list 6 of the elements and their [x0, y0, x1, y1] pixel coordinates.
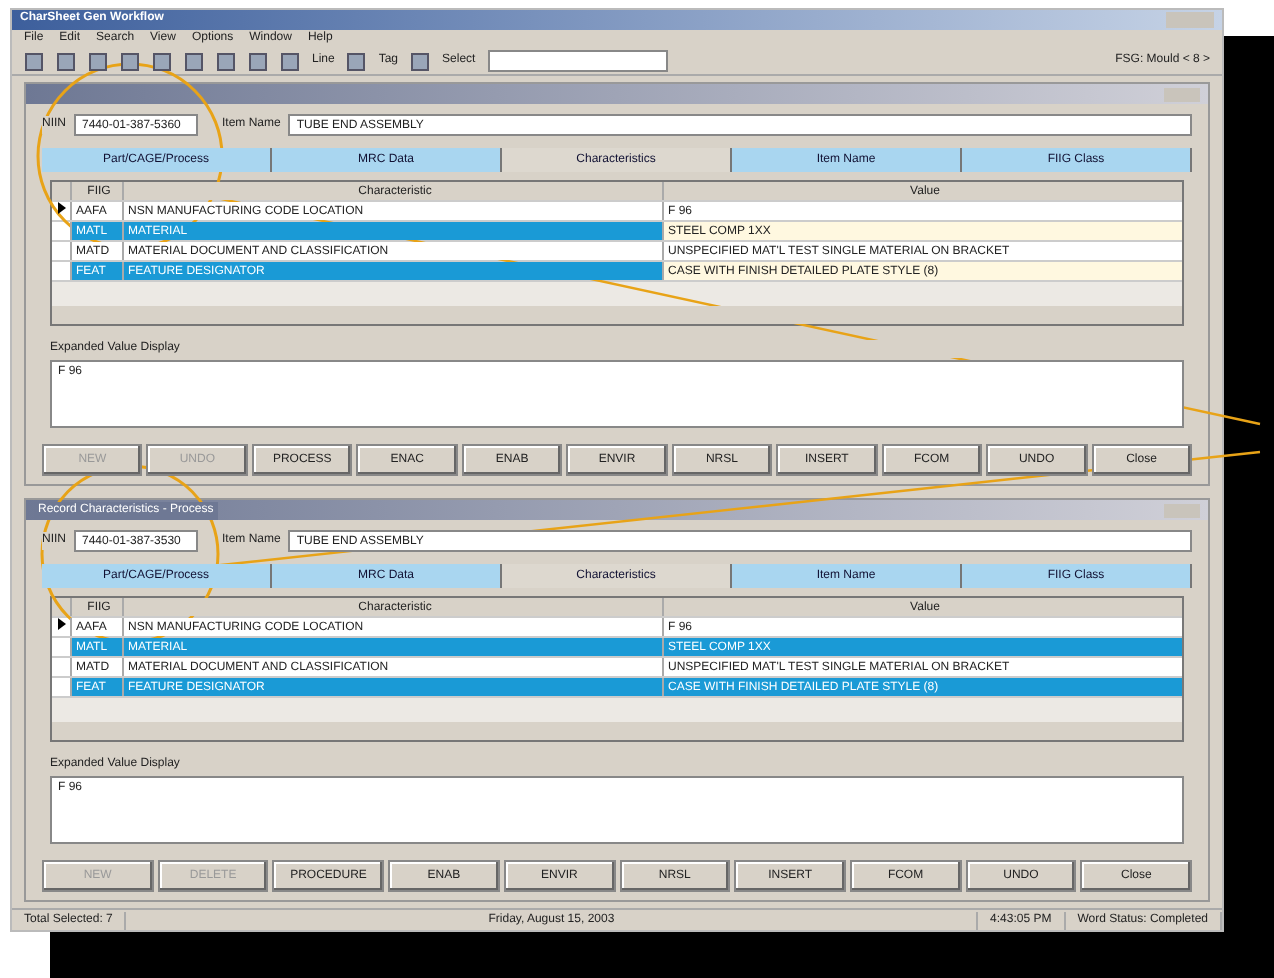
window-controls-icon	[1164, 503, 1200, 518]
window-controls-icon	[1164, 87, 1200, 102]
window-controls-icon	[1166, 11, 1214, 28]
combo-field[interactable]	[487, 50, 668, 72]
toolbar-icon[interactable]	[410, 51, 431, 71]
toolbar-icon[interactable]	[346, 51, 367, 71]
